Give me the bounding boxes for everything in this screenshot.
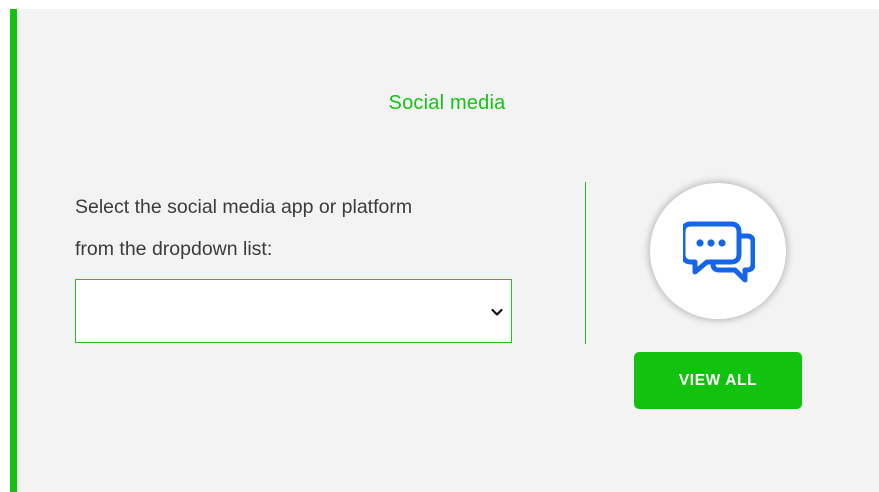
dropdown-prompt: Select the social media app or platform … [75,186,545,270]
view-all-button[interactable]: VIEW ALL [634,352,802,409]
chat-bubbles-icon [683,221,755,283]
prompt-line-1: Select the social media app or platform [75,196,413,218]
social-media-dropdown[interactable] [75,279,512,343]
chevron-down-icon [491,308,503,316]
section-title: Social media [388,92,506,114]
icon-badge [650,183,786,319]
accent-bar [10,9,17,492]
prompt-line-2: from the dropdown list: [75,238,273,260]
vertical-divider [585,182,586,344]
